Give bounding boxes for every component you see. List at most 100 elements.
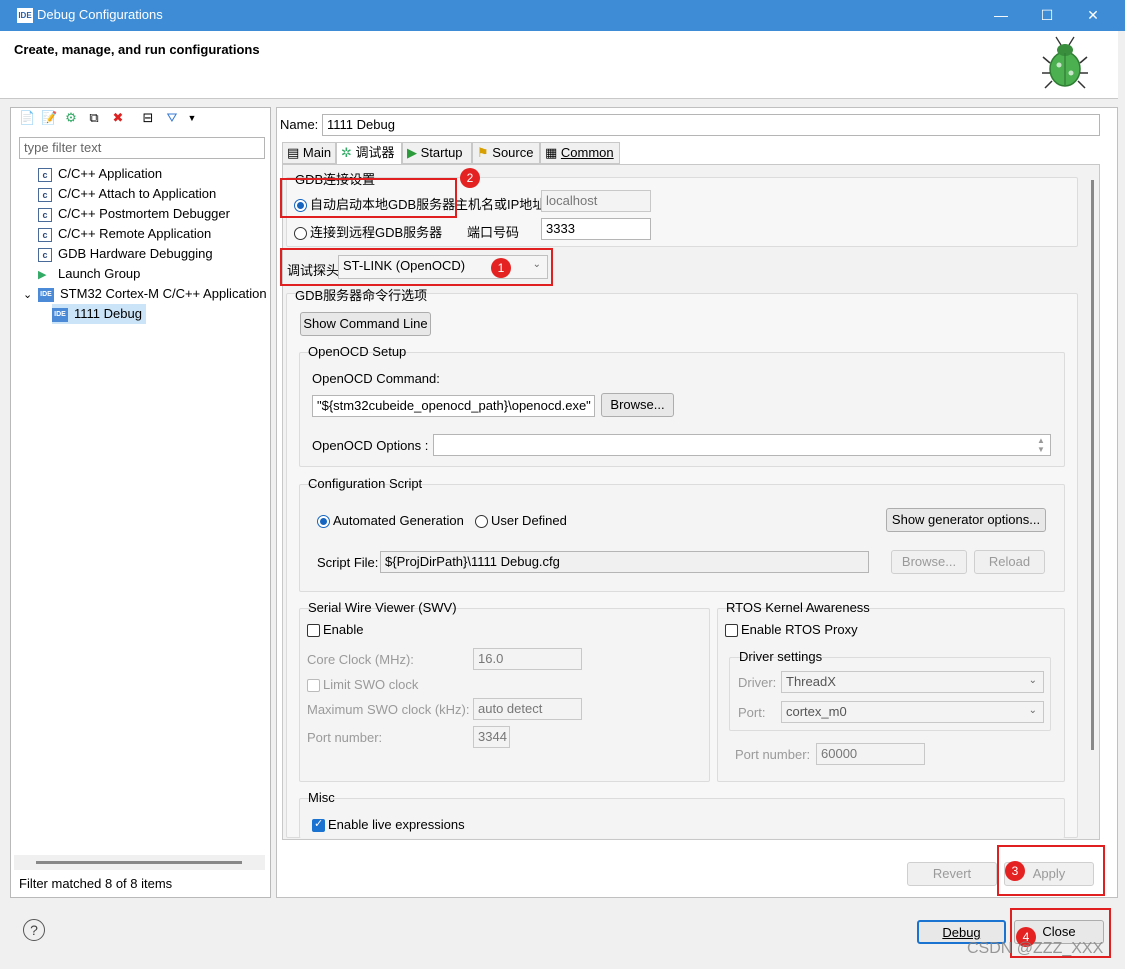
annotation-badge: 1 [491,258,511,278]
checkbox-icon [725,624,738,638]
tab-common[interactable]: ▦ Common [540,142,620,164]
tree-item[interactable]: c C/C++ Attach to Application [38,184,216,204]
user-defined-radio[interactable]: User Defined [475,513,567,529]
tree-item[interactable]: c GDB Hardware Debugging [38,244,213,264]
swv-port-label: Port number: [307,730,383,745]
openocd-options-label: OpenOCD Options : [312,438,429,453]
reload-button[interactable]: Reload [974,550,1045,574]
driver-select[interactable]: ThreadX ⌄ [781,671,1044,693]
script-file-field[interactable]: ${ProjDirPath}\1111 Debug.cfg [380,551,869,573]
rtos-port-label: Port: [738,705,766,720]
core-clock-label: Core Clock (MHz): [307,652,414,667]
connect-remote-radio[interactable]: 连接到远程GDB服务器 [294,222,442,241]
misc-label: Misc [308,790,335,805]
maximize-icon[interactable]: ☐ [1024,0,1070,31]
dialog-banner: Create, manage, and run configurations [0,31,1118,99]
checkbox-icon [307,679,320,693]
tree-item[interactable]: c C/C++ Postmortem Debugger [38,204,230,224]
checkbox-icon [307,624,320,638]
vertical-scrollbar[interactable] [1091,180,1094,750]
rtos-port-select[interactable]: cortex_m0 ⌄ [781,701,1044,723]
tree-item[interactable]: IDE STM32 Cortex-M C/C++ Application [38,284,268,304]
bug-icon [1040,35,1090,93]
openocd-command-label: OpenOCD Command: [312,371,440,386]
dropdown-arrow-icon[interactable]: ▼ [184,110,200,126]
c-icon: c [38,167,52,182]
browse-button[interactable]: Browse... [601,393,674,417]
name-label: Name: [280,117,319,132]
tab-debugger[interactable]: ✲ 调试器 [336,142,402,165]
tab-main[interactable]: ▤ Main [282,142,336,164]
filter-status: Filter matched 8 of 8 items [19,876,173,891]
chevron-down-icon: ⌄ [1028,675,1037,686]
app-icon: IDE [17,8,33,23]
rtos-port-number-label: Port number: [735,747,811,762]
title-bar: IDE Debug Configurations — ☐ ✕ [0,0,1125,31]
window-title: Debug Configurations [37,7,163,22]
revert-button[interactable]: Revert [907,862,997,886]
chevron-down-icon: ⌄ [1028,705,1037,716]
swv-enable-checkbox[interactable]: Enable [307,622,363,638]
configuration-script-group [299,484,1065,592]
openocd-options-field[interactable] [433,434,1051,456]
tree-item[interactable]: ▶ Launch Group [38,264,140,284]
tab-source[interactable]: ⚑ Source [472,142,540,164]
watermark: CSDN @ZZZ_XXX [967,940,1104,957]
tree-item-selected[interactable]: IDE 1111 Debug [52,304,146,324]
swv-label: Serial Wire Viewer (SWV) [308,600,457,615]
port-label: 端口号码 [467,225,520,240]
new-prototype-icon[interactable]: 📝 [41,110,57,126]
limit-swo-checkbox[interactable]: Limit SWO clock [307,677,418,693]
minimize-icon[interactable]: — [978,0,1024,31]
rtos-port-number-field[interactable]: 60000 [816,743,925,765]
openocd-command-field[interactable]: "${stm32cubeide_openocd_path}\openocd.ex… [312,395,595,417]
c-icon: c [38,247,52,262]
automated-generation-radio[interactable]: Automated Generation [317,513,464,529]
show-command-line-button[interactable]: Show Command Line [300,312,431,336]
configuration-script-label: Configuration Script [308,476,423,491]
collapse-all-icon[interactable]: ⊟ [140,110,156,126]
launch-group-icon: ▶ [38,268,47,281]
swv-port-field[interactable]: 3344 [473,726,510,748]
highlight-box [280,178,457,218]
spinner-icon[interactable]: ▲ ▼ [1037,436,1045,454]
new-config-icon[interactable]: 📄 [19,110,35,126]
browse-script-button[interactable]: Browse... [891,550,967,574]
chevron-down-icon[interactable]: ⌄ [23,288,32,301]
rtos-label: RTOS Kernel Awareness [726,600,870,615]
radio-icon [294,227,307,241]
core-clock-field[interactable]: 16.0 [473,648,582,670]
max-swo-label: Maximum SWO clock (kHz): [307,702,470,717]
duplicate-icon[interactable]: ⧉ [86,110,102,126]
help-icon[interactable]: ? [23,919,45,941]
max-swo-field[interactable]: auto detect [473,698,582,720]
delete-icon[interactable]: ✖ [110,110,126,126]
banner-heading: Create, manage, and run configurations [14,42,260,57]
live-expressions-checkbox[interactable]: Enable live expressions [312,817,465,833]
tab-startup[interactable]: ▶ Startup [402,142,472,164]
tree-item[interactable]: c C/C++ Remote Application [38,224,211,244]
ide-icon: IDE [52,307,68,322]
scroll-thumb[interactable] [36,861,242,864]
port-field[interactable]: 3333 [541,218,651,240]
filter-icon[interactable]: ⛛ [164,110,180,126]
rtos-enable-checkbox[interactable]: Enable RTOS Proxy [725,622,858,638]
ide-icon: IDE [38,287,54,302]
name-field[interactable]: 1111 Debug [322,114,1100,136]
show-generator-options-button[interactable]: Show generator options... [886,508,1046,532]
tree-item[interactable]: c C/C++ Application [38,164,162,184]
radio-selected-icon [317,515,330,529]
openocd-setup-label: OpenOCD Setup [308,344,407,359]
driver-label: Driver: [738,675,777,690]
highlight-box [280,248,553,286]
script-file-label: Script File: [317,555,379,570]
host-label: 主机名或IP地址 [455,197,546,212]
c-icon: c [38,227,52,242]
driver-settings-label: Driver settings [739,649,823,664]
radio-icon [475,515,488,529]
close-window-icon[interactable]: ✕ [1070,0,1116,31]
host-field[interactable]: localhost [541,190,651,212]
filter-input[interactable]: type filter text [19,137,265,159]
c-icon: c [38,187,52,202]
export-icon[interactable]: ⚙ [63,110,79,126]
